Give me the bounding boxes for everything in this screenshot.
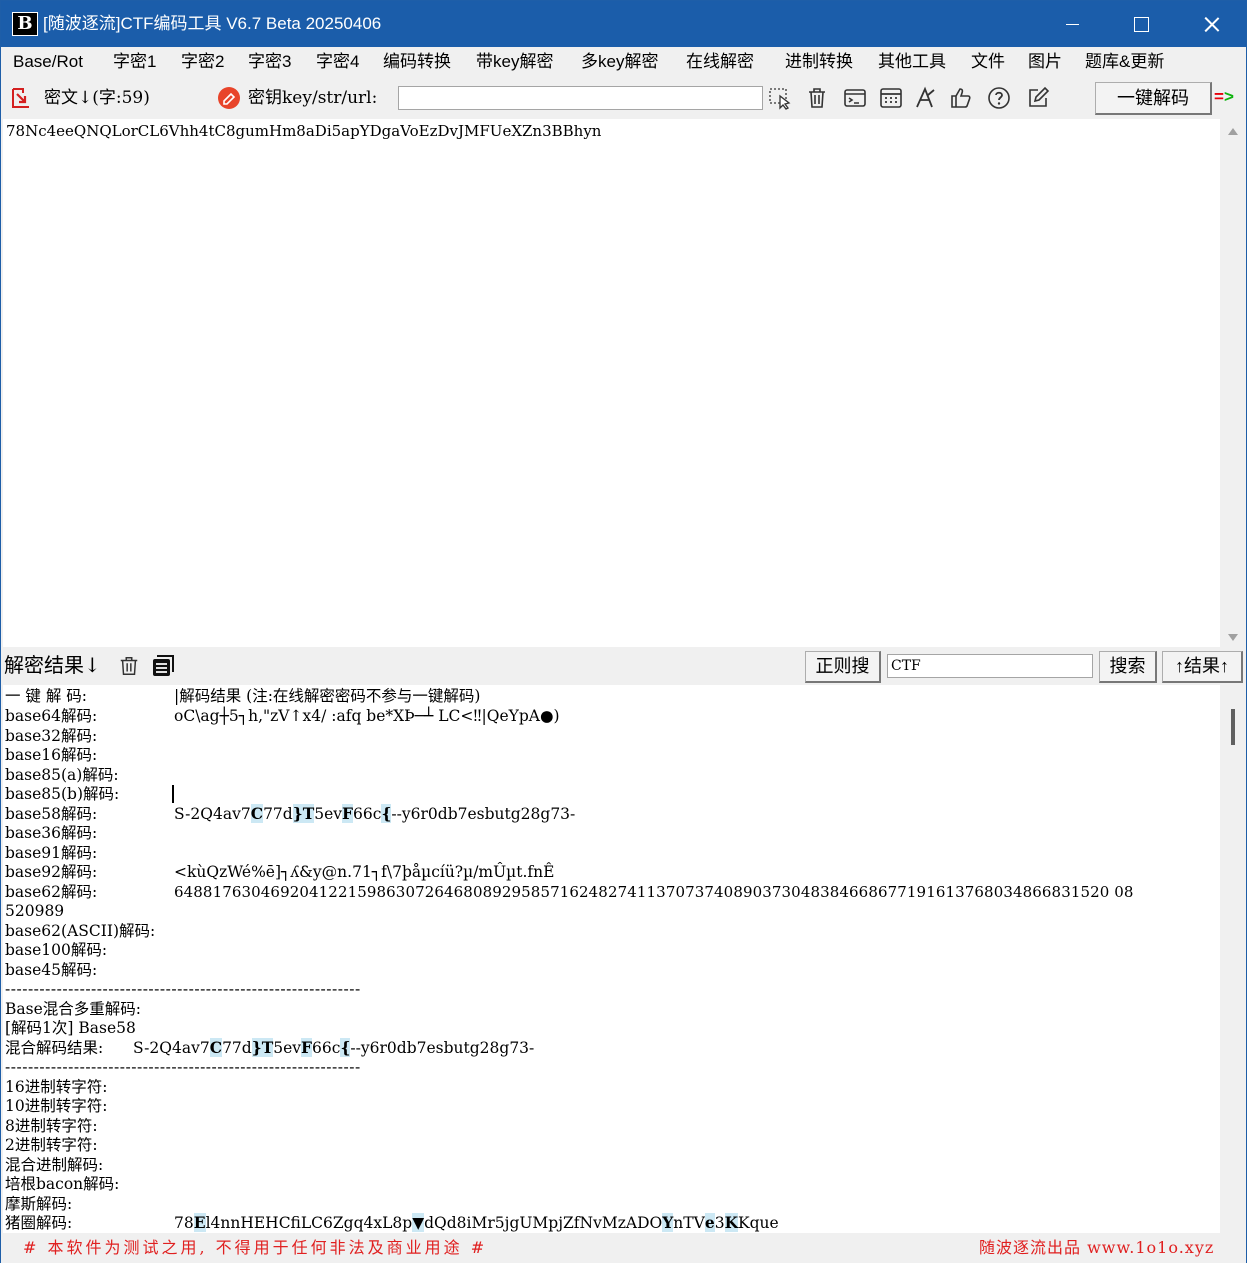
menu-online-decrypt[interactable]: 在线解密 [686, 51, 754, 73]
menu-bar: Base/Rot 字密1 字密2 字密3 字密4 编码转换 带key解密 多ke… [1, 47, 1246, 77]
cipher-textarea[interactable]: 78Nc4eeQNQLorCL6Vhh4tC8gumHm8aDi5apYDgaV… [3, 119, 1220, 647]
conv-row-label: 猪圈解码: [5, 1214, 73, 1232]
result-row-label: base91解码: [5, 844, 98, 862]
scroll-up-icon[interactable] [1228, 128, 1238, 135]
author-credit: 随波逐流出品 www.1o1o.xyz [979, 1238, 1215, 1257]
cursor-select-icon[interactable] [768, 86, 792, 110]
app-logo-icon: B [12, 12, 38, 36]
close-button[interactable] [1176, 1, 1246, 47]
result-row-label: base85(a)解码: [5, 766, 119, 784]
menu-key-decrypt[interactable]: 带key解密 [476, 51, 553, 73]
result-bar: 解密结果↓ 正则搜 搜索 ↑结果↑ [1, 647, 1246, 685]
conv-row-label: 混合进制解码: [5, 1156, 104, 1174]
result-row-label: base36解码: [5, 824, 98, 842]
result-scrollbar[interactable] [1220, 685, 1246, 1233]
regex-search-button[interactable]: 正则搜 [805, 651, 881, 683]
conv-row-label: 10进制转字符: [5, 1097, 108, 1115]
separator-line: ----------------------------------------… [5, 1058, 361, 1076]
onekey-decode-button[interactable]: 一键解码 [1095, 82, 1212, 115]
mixed-result-label: 混合解码结果: [5, 1039, 104, 1057]
result-row-value: <kùQzWé%ē]┐ʎ&y@n.71┐f\7þåµcíü?µ/mÛµt.fnÊ [174, 863, 555, 881]
minimize-button[interactable] [1037, 1, 1107, 47]
cipher-label: 密文↓(字:59) [44, 88, 150, 108]
result-row-label: base100解码: [5, 941, 108, 959]
arrow-equals: = [1214, 87, 1224, 106]
cipher-scrollbar[interactable] [1220, 119, 1246, 647]
result-row-label: base16解码: [5, 746, 98, 764]
result-row-label: base85(b)解码: [5, 785, 120, 803]
font-icon[interactable] [913, 86, 937, 110]
result-row-label: base58解码: [5, 805, 98, 823]
onekey-header-label: 一 键 解 码: [5, 687, 88, 705]
separator-line: ----------------------------------------… [5, 980, 361, 998]
result-row-label: base92解码: [5, 863, 98, 881]
menu-zimi4[interactable]: 字密4 [316, 51, 359, 73]
arrow-tip: > [1223, 87, 1234, 106]
onekey-header-note: |解码结果 (注:在线解密密码不参与一键解码) [174, 687, 481, 705]
conv-row-label: 8进制转字符: [5, 1117, 98, 1135]
menu-zimi3[interactable]: 字密3 [248, 51, 291, 73]
window-title: [随波逐流]CTF编码工具 V6.7 Beta 20250406 [43, 14, 382, 33]
help-icon[interactable] [987, 86, 1011, 110]
mixed-decode-title: Base混合多重解码: [5, 1000, 141, 1018]
conv-row-label: 16进制转字符: [5, 1078, 108, 1096]
calculator-icon[interactable] [879, 86, 903, 110]
toolbar: 密文↓(字:59) 密钥key/str/url: 一键解码 => [1, 77, 1246, 119]
clear-result-trash-icon[interactable] [118, 655, 140, 677]
menu-library-update[interactable]: 题库&更新 [1085, 51, 1164, 73]
trash-icon[interactable] [805, 86, 829, 110]
result-row-label: base45解码: [5, 961, 98, 979]
scroll-down-icon[interactable] [1228, 634, 1238, 641]
disclaimer-text: # 本软件为测试之用, 不得用于任何非法及商业用途 # [23, 1238, 488, 1257]
result-up-button[interactable]: ↑结果↑ [1162, 651, 1243, 683]
pigpen-result-value: 78El4nnHEHCfiLC6Zgq4xL8p▼dQd8iMr5jgUMpjZ… [174, 1213, 779, 1232]
result-row-label: base64解码: [5, 707, 98, 725]
mixed-result-value: S-2Q4av7C77d}T5evF66c{--y6r0db7esbutg28g… [133, 1038, 535, 1057]
result-row-label: base62解码: [5, 883, 98, 901]
menu-encoding-convert[interactable]: 编码转换 [383, 51, 451, 73]
menu-file[interactable]: 文件 [971, 51, 1005, 73]
menu-multikey-decrypt[interactable]: 多key解密 [581, 51, 658, 73]
key-input[interactable] [398, 86, 763, 110]
result-row-continuation: 520989 [5, 902, 65, 920]
search-button[interactable]: 搜索 [1099, 651, 1157, 683]
import-icon[interactable] [9, 86, 33, 110]
result-row-label: base62(ASCII)解码: [5, 922, 156, 940]
status-footer: # 本软件为测试之用, 不得用于任何非法及商业用途 # 随波逐流出品 www.1… [1, 1233, 1246, 1263]
copy-result-icon[interactable] [151, 654, 175, 678]
key-label: 密钥key/str/url: [248, 88, 378, 108]
run-arrow-icon[interactable]: => [1214, 86, 1234, 108]
menu-image[interactable]: 图片 [1028, 51, 1062, 73]
scroll-thumb[interactable] [1231, 709, 1235, 745]
result-row-label: base32解码: [5, 727, 98, 745]
menu-other-tools[interactable]: 其他工具 [878, 51, 946, 73]
search-input[interactable] [887, 654, 1093, 678]
title-bar: B [随波逐流]CTF编码工具 V6.7 Beta 20250406 [1, 1, 1246, 47]
edit-icon[interactable] [1026, 86, 1050, 110]
maximize-button[interactable] [1106, 1, 1176, 47]
thumbs-up-icon[interactable] [949, 86, 973, 110]
app-window: B [随波逐流]CTF编码工具 V6.7 Beta 20250406 Base/… [0, 0, 1247, 1263]
result-label: 解密结果↓ [4, 653, 101, 677]
conv-row-label: 摩斯解码: [5, 1195, 73, 1213]
menu-zimi2[interactable]: 字密2 [181, 51, 224, 73]
conv-row-label: 培根bacon解码: [5, 1175, 120, 1193]
menu-base-rot[interactable]: Base/Rot [13, 51, 83, 73]
result-row-value: oC\ag┼5┐h,"zV↑x4/ :afq be*XÞ─┴ LC<‼|QeYp… [174, 707, 560, 725]
terminal-icon[interactable] [843, 86, 867, 110]
menu-zimi1[interactable]: 字密1 [113, 51, 156, 73]
mixed-decode-step: [解码1次] Base58 [5, 1019, 136, 1037]
menu-radix-convert[interactable]: 进制转换 [785, 51, 853, 73]
base58-result-value: S-2Q4av7C77d}T5evF66c{--y6r0db7esbutg28g… [174, 804, 576, 823]
result-row-value: 6488176304692041221598630726468089295857… [174, 883, 1134, 901]
conv-row-label: 2进制转字符: [5, 1136, 98, 1154]
result-textarea[interactable]: 一 键 解 码: |解码结果 (注:在线解密密码不参与一键解码) base64解… [3, 685, 1220, 1233]
text-caret [172, 785, 174, 803]
eraser-icon[interactable] [217, 86, 241, 110]
